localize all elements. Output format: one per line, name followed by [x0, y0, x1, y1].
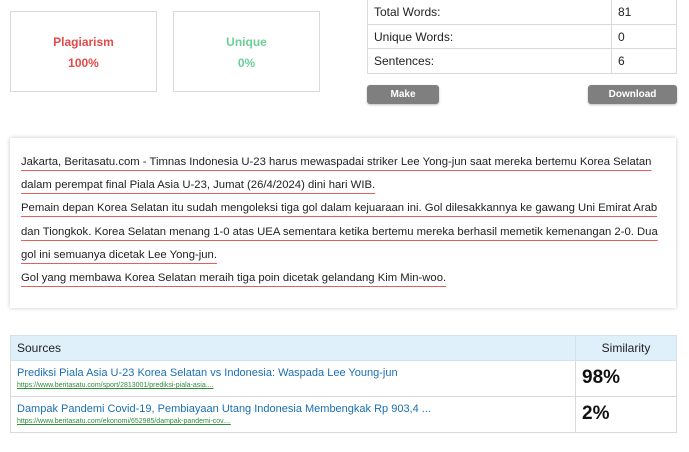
- stat-label: Unique Words:: [367, 23, 612, 50]
- source-url-link[interactable]: https://www.beritasatu.com/ekonomi/65298…: [17, 416, 569, 428]
- checked-text-panel: Jakarta, Beritasatu.com - Timnas Indones…: [10, 138, 676, 308]
- text-line: Pemain depan Korea Selatan itu sudah men…: [21, 202, 658, 215]
- plagiarism-label: Plagiarism: [53, 35, 114, 49]
- unique-value: 0%: [237, 56, 256, 70]
- sources-column-header: Sources: [10, 335, 576, 361]
- stat-label: Total Words:: [367, 0, 612, 25]
- stat-value: 81: [611, 0, 677, 25]
- make-unique-button[interactable]: Make Unique: [367, 85, 439, 119]
- text-line: dalam perempat final Piala Asia U-23, Ju…: [21, 179, 376, 192]
- source-url-link[interactable]: https://www.beritasatu.com/sport/2813001…: [17, 380, 569, 392]
- unique-label: Unique: [226, 35, 267, 49]
- text-line: gol ini semuanya dicetak Lee Yong-jun.: [21, 248, 217, 261]
- sources-table: Sources Similarity Prediksi Piala Asia U…: [10, 335, 677, 433]
- stat-value: 6: [611, 48, 677, 74]
- text-line: Jakarta, Beritasatu.com - Timnas Indones…: [21, 156, 652, 168]
- similarity-value: 98%: [575, 360, 677, 397]
- table-row: Prediksi Piala Asia U-23 Korea Selatan v…: [10, 360, 677, 397]
- download-report-button[interactable]: Download Report: [588, 85, 677, 119]
- stats-row-total-words: Total Words: 81: [367, 0, 677, 25]
- stat-label: Sentences:: [367, 48, 612, 74]
- source-cell: Prediksi Piala Asia U-23 Korea Selatan v…: [10, 360, 576, 397]
- stats-row-sentences: Sentences: 6: [367, 48, 677, 74]
- plagiarism-value: 100%: [68, 56, 99, 70]
- source-title-link[interactable]: Prediksi Piala Asia U-23 Korea Selatan v…: [17, 366, 569, 380]
- stats-row-unique-words: Unique Words: 0: [367, 23, 677, 50]
- text-line: Gol yang membawa Korea Selatan meraih ti…: [21, 272, 447, 285]
- stat-value: 0: [611, 23, 677, 50]
- plagiarism-score-card: Plagiarism 100%: [10, 11, 157, 92]
- sources-header-row: Sources Similarity: [10, 335, 677, 361]
- stats-table: Total Words: 81 Unique Words: 0 Sentence…: [367, 0, 677, 74]
- source-cell: Dampak Pandemi Covid-19, Pembiayaan Utan…: [10, 396, 576, 433]
- table-row: Dampak Pandemi Covid-19, Pembiayaan Utan…: [10, 396, 677, 433]
- source-title-link[interactable]: Dampak Pandemi Covid-19, Pembiayaan Utan…: [17, 402, 569, 416]
- unique-score-card: Unique 0%: [173, 11, 320, 92]
- similarity-value: 2%: [575, 396, 677, 433]
- similarity-column-header: Similarity: [575, 335, 677, 361]
- text-line: dan Tiongkok. Korea Selatan menang 1-0 a…: [21, 225, 658, 238]
